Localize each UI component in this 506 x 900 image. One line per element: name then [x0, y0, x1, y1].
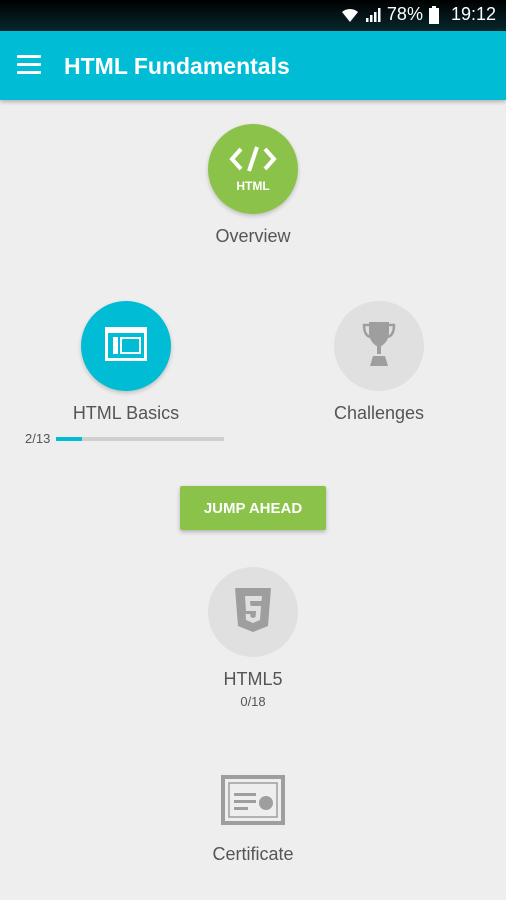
html5-shield-icon: [233, 587, 273, 638]
challenges-button[interactable]: [334, 301, 424, 391]
html-basics-button[interactable]: [81, 301, 171, 391]
page-title: HTML Fundamentals: [64, 53, 290, 79]
html-code-icon: HTML: [229, 145, 277, 193]
module-label: HTML Basics: [72, 403, 180, 423]
wifi-icon: [341, 7, 359, 23]
overview-button[interactable]: HTML: [208, 124, 298, 214]
layout-icon: [104, 326, 148, 367]
menu-icon[interactable]: [17, 55, 41, 75]
progress-count: 0/18: [240, 694, 266, 709]
module-html-basics[interactable]: HTML Basics: [26, 301, 226, 424]
progress-count: 2/13: [25, 431, 51, 446]
html-icon-text: HTML: [236, 178, 270, 193]
signal-icon: [365, 7, 381, 23]
app-bar: HTML Fundamentals: [0, 31, 506, 100]
battery-icon: [428, 5, 439, 24]
clock: 19:12: [450, 4, 496, 24]
progress-fill: [56, 436, 83, 441]
html5-button[interactable]: [208, 567, 298, 657]
jump-ahead-button[interactable]: JUMP AHEAD: [180, 486, 326, 530]
certificate-icon: [221, 775, 285, 830]
progress-bar: [56, 436, 225, 441]
battery-percent: 78%: [386, 4, 423, 24]
module-html5[interactable]: HTML5 0/18: [153, 567, 353, 709]
trophy-icon: [362, 320, 396, 373]
module-certificate[interactable]: Certificate: [150, 775, 356, 865]
module-overview[interactable]: HTML Overview: [153, 124, 353, 247]
module-label: Overview: [215, 226, 291, 246]
module-label: Certificate: [212, 844, 294, 864]
html-basics-progress: 2/13: [25, 431, 225, 446]
module-label: HTML5: [223, 669, 283, 689]
module-challenges[interactable]: Challenges: [279, 301, 479, 424]
module-label: Challenges: [333, 403, 425, 423]
status-bar: 78% 19:12: [0, 0, 506, 31]
